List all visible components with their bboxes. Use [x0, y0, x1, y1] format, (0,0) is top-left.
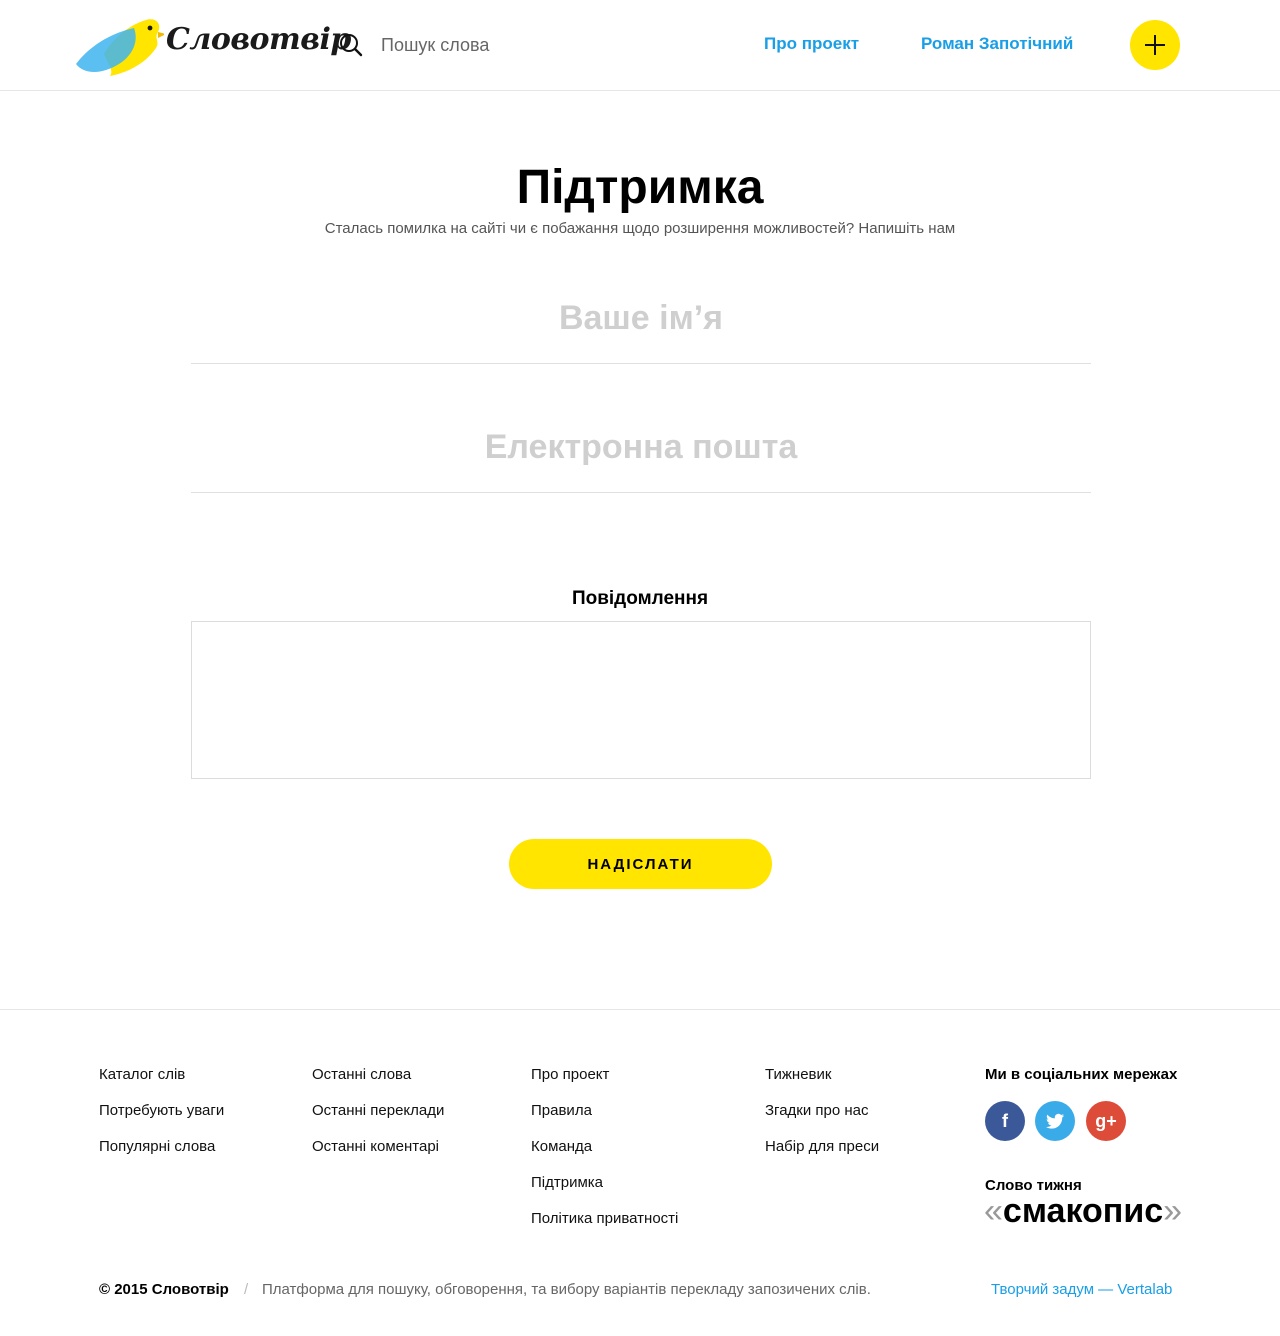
- footer-link-weekly[interactable]: Тижневик: [765, 1066, 831, 1083]
- user-profile-link[interactable]: Роман Запотічний: [921, 34, 1073, 54]
- search-input[interactable]: [368, 28, 668, 62]
- footer-link-rules[interactable]: Правила: [531, 1102, 592, 1119]
- footer-link-team[interactable]: Команда: [531, 1138, 592, 1155]
- footer-divider: [0, 1009, 1280, 1010]
- message-label: Повідомлення: [571, 588, 709, 609]
- site-tagline: Платформа для пошуку, обговорення, та ви…: [262, 1281, 871, 1298]
- plus-icon: [1145, 35, 1165, 55]
- name-field[interactable]: [191, 274, 1091, 364]
- footer-link-popular-words[interactable]: Популярні слова: [99, 1138, 215, 1155]
- twitter-bird-icon: [1046, 1113, 1064, 1129]
- credit-link[interactable]: Творчий задум — Vertalab: [991, 1281, 1172, 1298]
- submit-button[interactable]: НАДІСЛАТИ: [509, 839, 772, 889]
- footer-link-press-kit[interactable]: Набір для преси: [765, 1138, 879, 1155]
- social-heading: Ми в соціальних мережах: [985, 1066, 1178, 1083]
- site-logo[interactable]: Словотвір: [74, 14, 351, 78]
- facebook-glyph: f: [1002, 1111, 1008, 1131]
- copyright-separator: /: [244, 1281, 249, 1298]
- footer-link-about[interactable]: Про проект: [531, 1066, 609, 1083]
- footer-link-privacy[interactable]: Політика приватності: [531, 1210, 678, 1227]
- email-field[interactable]: [191, 403, 1091, 493]
- footer-link-needs-attention[interactable]: Потребують уваги: [99, 1102, 224, 1119]
- footer-links-recent: Останні слова Останні переклади Останні …: [312, 1066, 444, 1174]
- word-of-week-text: смакопис: [1002, 1192, 1164, 1230]
- footer-link-recent-words[interactable]: Останні слова: [312, 1066, 411, 1083]
- search-icon[interactable]: [339, 33, 363, 57]
- footer-links-catalog: Каталог слів Потребують уваги Популярні …: [99, 1066, 224, 1174]
- page-title: Підтримка: [516, 161, 764, 214]
- nav-about-link[interactable]: Про проект: [764, 34, 859, 54]
- footer-links-project: Про проект Правила Команда Підтримка Пол…: [531, 1066, 678, 1246]
- copyright: © 2015 Словотвір: [99, 1281, 229, 1298]
- word-of-week-link[interactable]: «смакопис»: [984, 1192, 1182, 1231]
- bird-logo-icon: [76, 19, 164, 76]
- add-word-button[interactable]: [1130, 20, 1180, 70]
- facebook-icon[interactable]: f: [985, 1101, 1025, 1141]
- footer-link-recent-translations[interactable]: Останні переклади: [312, 1102, 444, 1119]
- footer-link-mentions[interactable]: Згадки про нас: [765, 1102, 869, 1119]
- logo-wordmark: Словотвір: [166, 22, 351, 57]
- google-plus-icon[interactable]: g+: [1086, 1101, 1126, 1141]
- page-subtitle: Сталась помилка на сайті чи є побажання …: [324, 220, 956, 237]
- quote-close: »: [1163, 1192, 1183, 1230]
- footer-link-recent-comments[interactable]: Останні коментарі: [312, 1138, 439, 1155]
- message-textarea[interactable]: [191, 621, 1091, 779]
- google-plus-glyph: g+: [1095, 1111, 1117, 1131]
- footer-links-press: Тижневик Згадки про нас Набір для преси: [765, 1066, 879, 1174]
- footer-link-word-catalog[interactable]: Каталог слів: [99, 1066, 185, 1083]
- twitter-icon[interactable]: [1035, 1101, 1075, 1141]
- site-header: Словотвір Про проект Роман Запотічний: [0, 0, 1280, 91]
- quote-open: «: [984, 1192, 1003, 1230]
- footer-link-support[interactable]: Підтримка: [531, 1174, 603, 1191]
